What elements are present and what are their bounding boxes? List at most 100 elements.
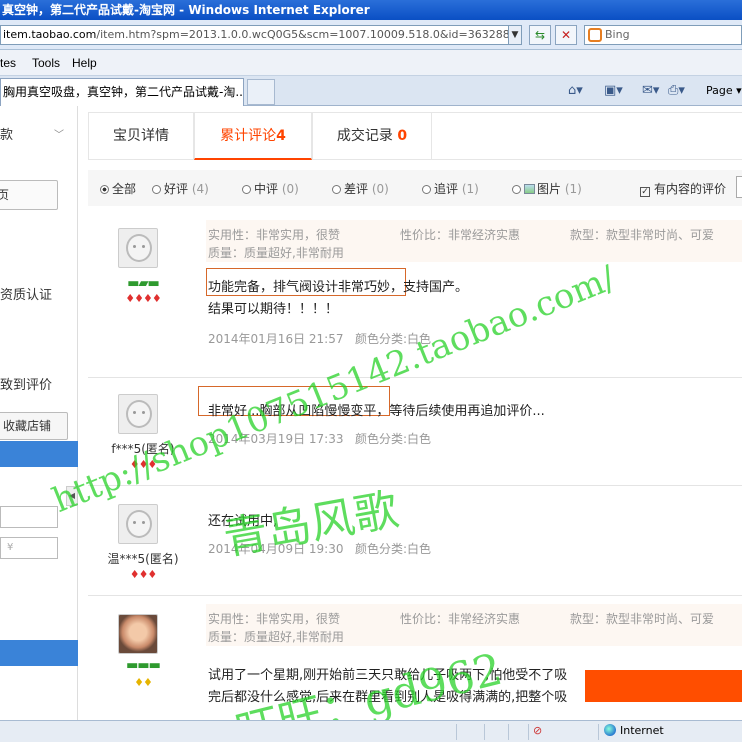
radio-icon [512,185,521,194]
url-dropdown-icon[interactable]: ▼ [508,25,522,45]
tab-transactions-label: 成交记录 [336,128,393,144]
filter-followup[interactable]: 追评 (1) [422,180,479,197]
avatar[interactable] [118,228,158,268]
review-attr-practical: 实用性：非常实用，很赞 [208,228,341,242]
user-rank: ♦♦♦♦ [125,292,161,305]
review-sku: 颜色分类:白色 [354,542,431,556]
radio-selected-icon [100,185,109,194]
filter-all[interactable]: 全部 [100,180,136,197]
filter-neutral[interactable]: 中评 (0) [242,180,299,197]
review-item: ▬▰▬ ♦♦♦♦ 实用性：非常实用，很赞 性价比：非常经济实惠 款型：款型非常时… [88,216,742,378]
tab-transactions[interactable]: 成交记录 0 [312,113,432,160]
window-title: 真空钟，第二代产品试戴-淘宝网 - Windows Internet Explo… [2,3,370,17]
detail-tabs: 宝贝详情 累计评论4 成交记录 0 [88,112,742,160]
screen: 真空钟，第二代产品试戴-淘宝网 - Windows Internet Explo… [0,0,742,742]
tab-reviews[interactable]: 累计评论4 [194,113,312,160]
filter-good[interactable]: 好评 (4) [152,180,209,197]
review-date: 2014年04月09日 19:30 颜色分类:白色 [208,540,431,557]
mail-icon[interactable]: ✉▾ [642,83,659,98]
avatar[interactable] [118,394,158,434]
menu-help[interactable]: Help [72,56,97,70]
review-attr-style: 款型：款型非常时尚、可爱 [570,228,715,242]
review-sku: 颜色分类:白色 [354,432,431,446]
filter-neutral-count: (0) [281,182,299,196]
filter-images-count: (1) [564,182,582,196]
tab-item-details-label: 宝贝详情 [113,128,169,144]
chevron-down-icon: ﹀ [54,130,64,141]
url-path: /item.htm?spm=2013.1.0.0.wcQ0G5&scm=1007… [96,28,510,41]
collapse-left-icon[interactable]: ◀ [66,486,78,506]
url-input[interactable]: item.taobao.com/item.htm?spm=2013.1.0.0.… [0,25,510,45]
security-zone-label: Internet [620,724,664,737]
avatar[interactable] [118,614,158,654]
sidebar-section-header-2 [0,640,78,666]
filter-images-label: 图片 [537,182,562,196]
filter-good-label: 好评 [164,182,189,196]
avatar[interactable] [118,504,158,544]
review-text: 试用了一个星期,刚开始前三天只敢给儿子吸两下,怕他受不了吸 [208,668,568,683]
print-icon[interactable]: ⎙▾ [668,83,685,98]
review-sku: 颜色分类:白色 [354,332,431,346]
review-date-value: 2014年04月09日 19:30 [208,542,344,556]
review-attr-style: 款型：款型非常时尚、可爱 [570,612,715,626]
menu-favorites[interactable]: tes [0,56,16,70]
filter-followup-count: (1) [461,182,479,196]
status-divider [598,724,599,740]
floating-orange-bar[interactable] [585,670,742,702]
review-text: 非常好...胸部从凹陷慢慢变平，等待后续使用再追加评价... [208,404,545,419]
image-icon [524,184,535,194]
refresh-icon[interactable]: ⇆ [529,25,551,45]
user-name[interactable]: f***5(匿名) [88,440,198,457]
tank-rank-icon: ▬▬▬ [126,658,161,673]
search-engine-label: Bing [605,28,630,41]
window-title-bar: 真空钟，第二代产品试戴-淘宝网 - Windows Internet Explo… [0,0,742,20]
favorite-shop-button[interactable]: 收藏店铺 [0,412,68,440]
filter-followup-label: 追评 [434,182,459,196]
review-date-value: 2014年01月16日 21:57 [208,332,344,346]
review-item: 温***5(匿名) ♦♦♦ 还在试用中, 2014年04月09日 19:30 颜… [88,486,742,596]
has-content-checkbox[interactable]: ✓ 有内容的评价 [640,180,726,197]
browser-tab[interactable]: 胸用真空吸盘，真空钟，第二代产品试戴-淘... [0,78,244,106]
user-rank: ♦♦♦ [129,568,158,581]
review-filters: 全部 好评 (4) 中评 (0) 差评 (0) 追评 (1) 图片 (1) ✓ 有… [88,170,742,206]
sidebar-certification[interactable]: 资质认证 [0,284,52,303]
filter-all-label: 全部 [112,182,137,196]
default-avatar-icon [126,510,152,538]
sidebar-select[interactable]: 款 ﹀ [0,118,74,154]
status-bar: ⊘ Internet [0,720,742,742]
address-bar: item.taobao.com/item.htm?spm=2013.1.0.0.… [0,20,742,50]
review-text: 还在试用中, [208,514,278,529]
review-item: f***5(匿名) ♦♦♦ 非常好...胸部从凹陷慢慢变平，等待后续使用再追加评… [88,378,742,486]
tab-item-details[interactable]: 宝贝详情 [88,113,194,160]
user-rank: ♦♦♦ [129,458,158,471]
sidebar-button-home[interactable]: 页 [0,180,58,210]
stop-icon[interactable]: ✕ [555,25,577,45]
page-menu[interactable]: Page ▾ [706,84,742,97]
menu-tools[interactable]: Tools [32,56,60,70]
review-attr-value: 性价比：非常经济实惠 [400,228,521,242]
review-text-2: 完后都没什么感觉,后来在群里看到别人是吸得满满的,把整个吸 [208,690,568,705]
sidebar-rating-link[interactable]: 致到评价 [0,374,52,393]
menu-bar: tes Tools Help [0,50,742,76]
user-name[interactable]: 温***5(匿名) [88,550,198,567]
filter-images[interactable]: 图片 (1) [512,180,582,197]
sidebar-price-input[interactable]: ¥ [0,537,58,559]
default-avatar-icon [126,400,152,428]
globe-icon [604,724,616,736]
filter-bad[interactable]: 差评 (0) [332,180,389,197]
popup-blocked-icon[interactable]: ⊘ [533,724,542,737]
page-menu-label: Page [706,84,733,97]
security-zone[interactable]: Internet [604,724,664,737]
home-icon[interactable]: ⌂▾ [568,83,583,98]
sidebar-section-header [0,441,78,467]
sidebar-select-text: 款 [0,128,14,143]
feeds-icon[interactable]: ▣▾ [604,83,623,98]
page-content: 款 ﹀ 页 资质认证 致到评价 收藏店铺 ¥ ◀ 宝贝详情 累计评论4 成交记录 … [0,106,742,720]
sort-select[interactable] [736,176,742,198]
favorite-shop-label: 收藏店铺 [3,419,52,433]
radio-icon [332,185,341,194]
search-input[interactable]: Bing [584,25,742,45]
sidebar-keyword-input[interactable] [0,506,58,528]
new-tab-button[interactable] [247,79,275,105]
review-attr-practical: 实用性：非常实用，很赞 [208,612,341,626]
